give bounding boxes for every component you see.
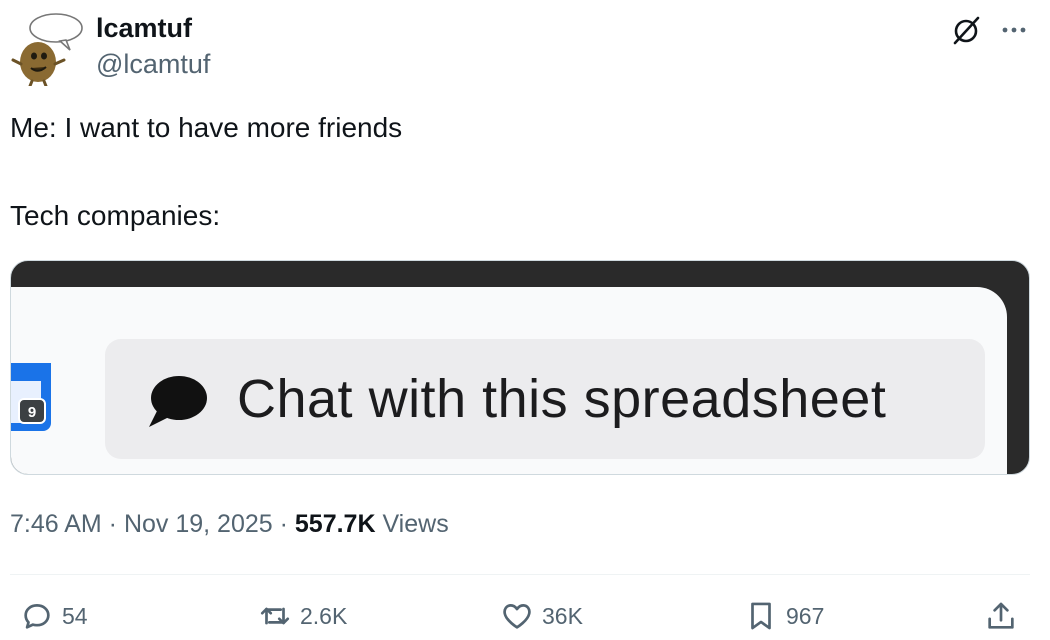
spreadsheet-app-icon: 9	[11, 363, 55, 435]
tweet-time[interactable]: 7:46 AM	[10, 510, 102, 538]
like-count: 36K	[542, 602, 583, 629]
more-icon[interactable]	[996, 12, 1032, 48]
reply-icon	[24, 604, 50, 629]
bookmark-count: 967	[786, 602, 825, 629]
avatar[interactable]	[8, 10, 84, 88]
chat-with-spreadsheet-button: Chat with this spreadsheet	[105, 339, 985, 459]
tweet-meta: 7:46 AM · Nov 19, 2025 · 557.7K Views	[10, 508, 449, 540]
share-icon	[988, 602, 1014, 629]
like-button[interactable]: 36K	[500, 598, 583, 634]
share-button[interactable]	[984, 598, 1026, 634]
bookmark-button[interactable]: 967	[744, 598, 824, 634]
grok-icon[interactable]	[950, 14, 982, 46]
heart-icon	[503, 604, 531, 629]
speech-bubble-icon	[145, 373, 209, 429]
meta-separator: ·	[101, 510, 124, 538]
potato-avatar-icon	[11, 13, 83, 88]
tweet-text-line-1: Me: I want to have more friends	[10, 112, 403, 143]
spreadsheet-badge-number: 9	[28, 404, 36, 421]
media-screenshot-panel: 9 Chat with this spreadsheet	[11, 287, 1007, 474]
tweet-date[interactable]: Nov 19, 2025	[124, 510, 273, 538]
actions-divider	[10, 574, 1030, 575]
tweet-text-line-2: Tech companies:	[10, 200, 221, 231]
repost-icon	[260, 607, 290, 625]
reply-button[interactable]: 54	[20, 598, 88, 634]
tweet-media-image[interactable]: 9 Chat with this spreadsheet	[10, 260, 1030, 475]
reply-count: 54	[62, 602, 88, 629]
meta-separator: ·	[272, 510, 295, 538]
views-label: Views	[375, 510, 449, 538]
views-count: 557.7K	[294, 510, 376, 538]
author-handle[interactable]: @lcamtuf	[96, 48, 210, 80]
repost-count: 2.6K	[300, 602, 348, 629]
chat-with-spreadsheet-label: Chat with this spreadsheet	[237, 369, 887, 429]
repost-button[interactable]: 2.6K	[258, 598, 347, 634]
bookmark-icon	[751, 602, 771, 630]
author-name[interactable]: lcamtuf	[96, 12, 192, 44]
